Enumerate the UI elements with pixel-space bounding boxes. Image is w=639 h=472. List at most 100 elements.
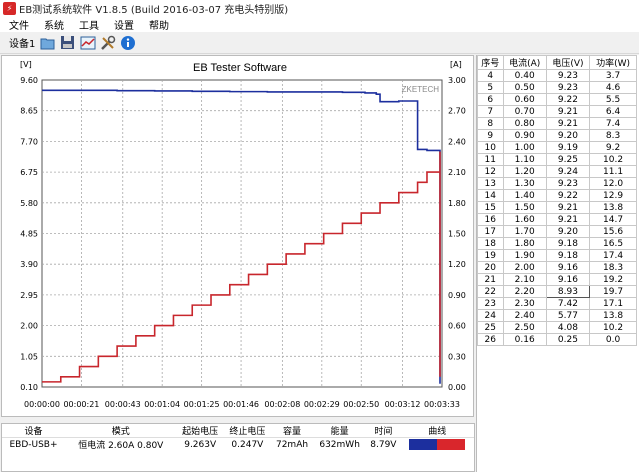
row-voltage: 9.16 bbox=[545, 273, 591, 286]
table-row[interactable]: 16 1.60 9.21 14.7 bbox=[477, 213, 637, 226]
row-power: 13.8 bbox=[589, 201, 637, 214]
table-row[interactable]: 12 1.20 9.24 11.1 bbox=[477, 165, 637, 178]
status-h-energy: 能量 bbox=[313, 424, 367, 438]
table-row[interactable]: 17 1.70 9.20 15.6 bbox=[477, 225, 637, 238]
row-voltage: 9.23 bbox=[545, 81, 591, 94]
row-current: 1.20 bbox=[502, 165, 547, 178]
y-left-tick-label: 2.95 bbox=[20, 291, 38, 300]
toolbar: 设备1 bbox=[0, 32, 639, 54]
y-left-tick-label: 9.60 bbox=[20, 76, 38, 85]
row-current: 2.30 bbox=[502, 297, 547, 310]
x-tick-label: 00:00:00 bbox=[24, 400, 60, 409]
chart-icon[interactable] bbox=[79, 34, 96, 51]
table-row[interactable]: 21 2.10 9.16 19.2 bbox=[477, 273, 637, 286]
row-voltage: 9.25 bbox=[545, 153, 591, 166]
current-curve-swatch[interactable] bbox=[437, 439, 466, 450]
y-right-tick-label: 1.50 bbox=[448, 230, 466, 239]
row-index: 16 bbox=[477, 213, 504, 226]
voltage-curve-swatch[interactable] bbox=[409, 439, 438, 450]
row-index: 18 bbox=[477, 237, 504, 250]
row-voltage: 5.77 bbox=[545, 309, 591, 322]
row-voltage: 9.22 bbox=[545, 189, 591, 202]
row-current: 1.60 bbox=[502, 213, 547, 226]
row-index: 7 bbox=[477, 105, 504, 118]
row-index: 26 bbox=[477, 333, 504, 346]
row-index: 8 bbox=[477, 117, 504, 130]
row-index: 20 bbox=[477, 261, 504, 274]
y-left-tick-label: 0.10 bbox=[20, 383, 38, 392]
row-power: 19.2 bbox=[589, 273, 637, 286]
table-row[interactable]: 5 0.50 9.23 4.6 bbox=[477, 81, 637, 94]
row-current: 1.70 bbox=[502, 225, 547, 238]
row-voltage: 9.19 bbox=[545, 141, 591, 154]
save-icon[interactable] bbox=[59, 34, 76, 51]
row-power: 6.4 bbox=[589, 105, 637, 118]
table-row[interactable]: 9 0.90 9.20 8.3 bbox=[477, 129, 637, 142]
row-current: 0.16 bbox=[502, 333, 547, 346]
table-row[interactable]: 14 1.40 9.22 12.9 bbox=[477, 189, 637, 202]
row-voltage: 9.20 bbox=[545, 225, 591, 238]
row-power: 12.9 bbox=[589, 189, 637, 202]
table-row[interactable]: 18 1.80 9.18 16.5 bbox=[477, 237, 637, 250]
table-row[interactable]: 26 0.16 0.25 0.0 bbox=[477, 333, 637, 346]
row-power: 9.2 bbox=[589, 141, 637, 154]
menu-file[interactable]: 文件 bbox=[9, 17, 29, 32]
menu-system[interactable]: 系统 bbox=[44, 17, 64, 32]
table-row[interactable]: 20 2.00 9.16 18.3 bbox=[477, 261, 637, 274]
table-row[interactable]: 22 2.20 8.93 19.7 bbox=[477, 285, 637, 298]
table-row[interactable]: 6 0.60 9.22 5.5 bbox=[477, 93, 637, 106]
table-row[interactable]: 19 1.90 9.18 17.4 bbox=[477, 249, 637, 262]
row-power: 10.2 bbox=[589, 321, 637, 334]
row-current: 2.10 bbox=[502, 273, 547, 286]
row-current: 0.80 bbox=[502, 117, 547, 130]
open-folder-icon[interactable] bbox=[39, 34, 56, 51]
row-current: 1.90 bbox=[502, 249, 547, 262]
x-tick-label: 00:03:33 bbox=[424, 400, 460, 409]
table-row[interactable]: 7 0.70 9.21 6.4 bbox=[477, 105, 637, 118]
device-label: 设备1 bbox=[9, 39, 36, 50]
status-table: 设备 模式 起始电压 终止电压 容量 能量 时间 曲线 EBD-USB+ 恒电流… bbox=[2, 424, 474, 451]
row-voltage: 9.21 bbox=[545, 105, 591, 118]
row-index: 19 bbox=[477, 249, 504, 262]
table-row[interactable]: 23 2.30 7.42 17.1 bbox=[477, 297, 637, 310]
row-voltage: 9.23 bbox=[545, 177, 591, 190]
info-icon[interactable] bbox=[119, 34, 136, 51]
status-curve[interactable] bbox=[401, 438, 474, 452]
status-h-start-voltage: 起始电压 bbox=[176, 424, 224, 438]
row-current: 1.40 bbox=[502, 189, 547, 202]
row-current: 2.50 bbox=[502, 321, 547, 334]
row-index: 4 bbox=[477, 69, 504, 82]
table-row[interactable]: 13 1.30 9.23 12.0 bbox=[477, 177, 637, 190]
y-right-tick-label: 0.90 bbox=[448, 291, 466, 300]
window-title: EB测试系统软件 V1.8.5 (Build 2016-03-07 充电头特别版… bbox=[19, 5, 289, 16]
row-current: 1.80 bbox=[502, 237, 547, 250]
y-right-tick-label: 0.30 bbox=[448, 352, 466, 361]
row-power: 14.7 bbox=[589, 213, 637, 226]
row-current: 2.40 bbox=[502, 309, 547, 322]
table-header-row: 序号 电流(A) 电压(V) 功率(W) bbox=[477, 55, 637, 70]
row-current: 0.70 bbox=[502, 105, 547, 118]
status-mode: 恒电流 2.60A 0.80V bbox=[78, 441, 164, 451]
menu-tools[interactable]: 工具 bbox=[79, 17, 99, 32]
menu-help[interactable]: 帮助 bbox=[149, 17, 169, 32]
table-row[interactable]: 15 1.50 9.21 13.8 bbox=[477, 201, 637, 214]
tools-icon[interactable] bbox=[99, 34, 116, 51]
row-power: 7.4 bbox=[589, 117, 637, 130]
table-row[interactable]: 8 0.80 9.21 7.4 bbox=[477, 117, 637, 130]
table-row[interactable]: 11 1.10 9.25 10.2 bbox=[477, 153, 637, 166]
table-row[interactable]: 25 2.50 4.08 10.2 bbox=[477, 321, 637, 334]
status-h-mode: 模式 bbox=[65, 424, 177, 438]
row-current: 1.50 bbox=[502, 201, 547, 214]
row-index: 24 bbox=[477, 309, 504, 322]
row-voltage: 9.21 bbox=[545, 201, 591, 214]
table-row[interactable]: 24 2.40 5.77 13.8 bbox=[477, 309, 637, 322]
menu-settings[interactable]: 设置 bbox=[114, 17, 134, 32]
table-row[interactable]: 4 0.40 9.23 3.7 bbox=[477, 69, 637, 82]
row-index: 21 bbox=[477, 273, 504, 286]
row-voltage: 7.42 bbox=[545, 297, 591, 310]
y-right-tick-label: 3.00 bbox=[448, 76, 466, 85]
row-index: 17 bbox=[477, 225, 504, 238]
table-row[interactable]: 10 1.00 9.19 9.2 bbox=[477, 141, 637, 154]
x-tick-label: 00:01:25 bbox=[184, 400, 220, 409]
x-tick-label: 00:01:04 bbox=[144, 400, 180, 409]
